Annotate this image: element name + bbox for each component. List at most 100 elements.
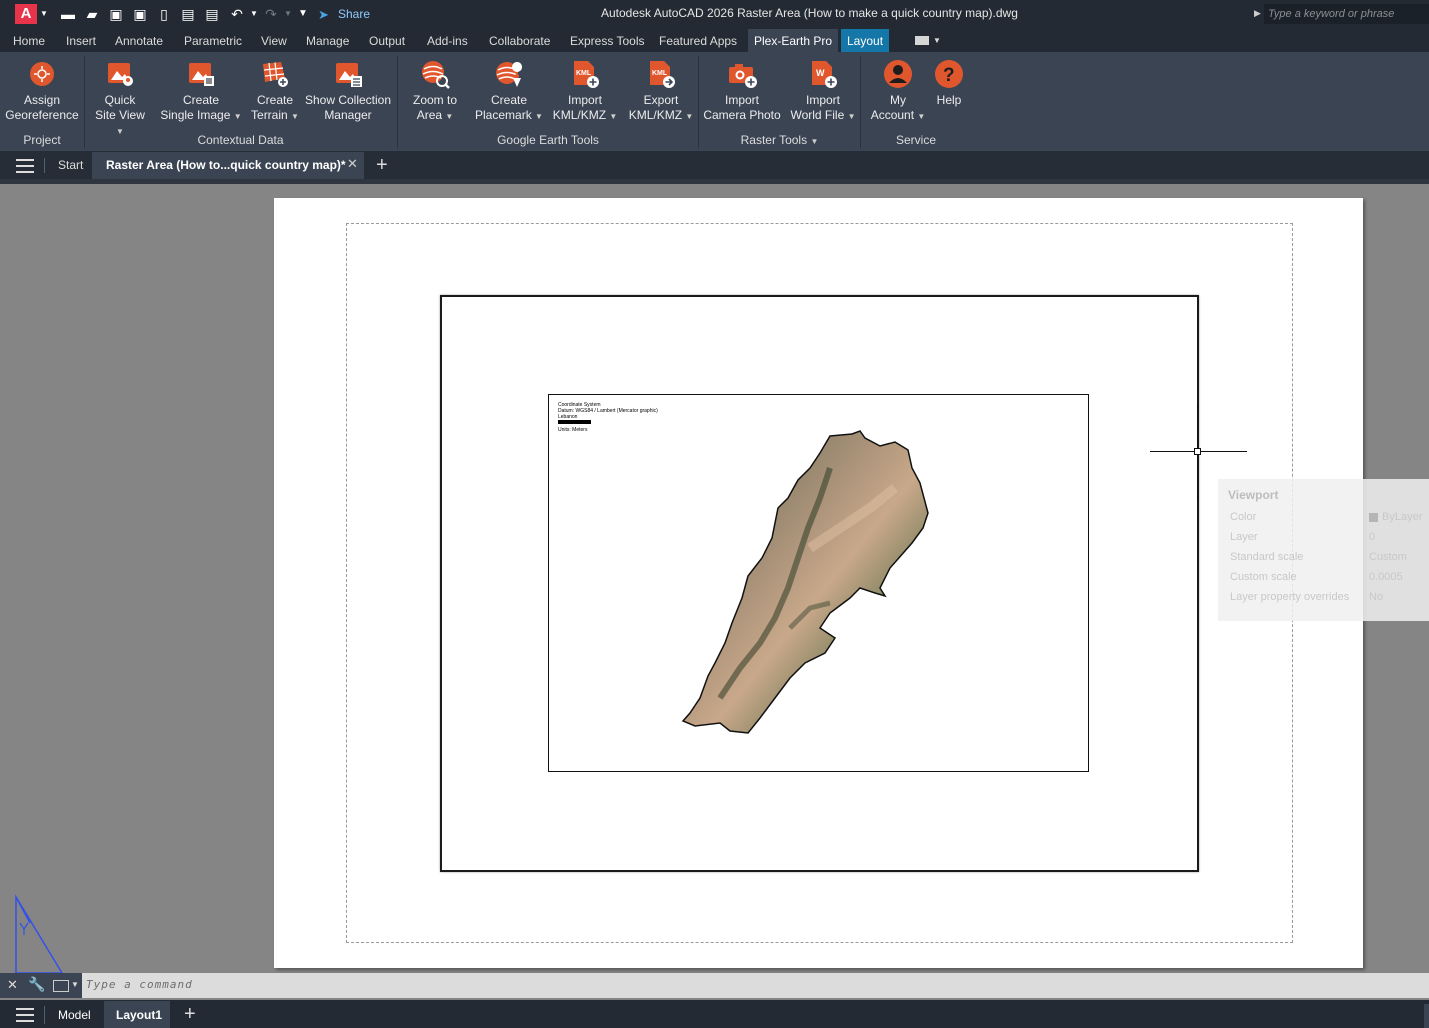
new-layout-plus-icon[interactable]: + xyxy=(184,1002,196,1026)
tab-view[interactable]: View xyxy=(255,29,293,52)
create-placemark-button[interactable]: Create Placemark ▼ xyxy=(474,58,544,124)
active-document-title: Raster Area (How to...quick country map)… xyxy=(106,158,346,172)
close-tab-icon[interactable]: ✕ xyxy=(347,156,358,172)
tab-express-tools[interactable]: Express Tools xyxy=(564,29,650,52)
dropdown-arrow-icon[interactable]: ▼ xyxy=(917,112,925,121)
dropdown-arrow-icon[interactable]: ▼ xyxy=(609,112,617,121)
color-swatch xyxy=(1369,513,1378,522)
tab-collaborate[interactable]: Collaborate xyxy=(483,29,556,52)
georeference-icon xyxy=(30,62,54,86)
button-label: Help xyxy=(936,93,962,107)
recent-commands-dropdown-icon[interactable]: ▼ xyxy=(71,980,79,989)
status-bar-edge xyxy=(1424,1004,1429,1028)
model-tab[interactable]: Model xyxy=(58,1008,91,1022)
quick-site-view-button[interactable]: Quick Site View ▼ xyxy=(92,58,148,139)
w-badge-text: W xyxy=(816,68,825,78)
command-prompt-icon[interactable] xyxy=(53,980,69,992)
layout1-tab-label: Layout1 xyxy=(116,1008,163,1022)
web-mobile-icon[interactable]: ▯ xyxy=(156,5,172,23)
zoom-to-area-button[interactable]: Zoom to Area ▼ xyxy=(404,58,466,124)
tab-divider xyxy=(44,158,45,173)
panel-title-contextual-data: Contextual Data xyxy=(197,133,284,147)
button-label: Terrain xyxy=(251,108,288,122)
close-command-line-icon[interactable]: ✕ xyxy=(7,977,18,993)
share-icon[interactable]: ➤ xyxy=(318,7,329,23)
share-button[interactable]: Share xyxy=(338,7,370,21)
tab-parametric[interactable]: Parametric xyxy=(178,29,248,52)
tab-manage[interactable]: Manage xyxy=(300,29,355,52)
prop-value: No xyxy=(1369,591,1384,603)
my-account-button[interactable]: My Account ▼ xyxy=(868,58,928,124)
panel-separator xyxy=(84,56,85,148)
tab-featured-apps[interactable]: Featured Apps xyxy=(653,29,743,52)
import-world-file-button[interactable]: W Import World File ▼ xyxy=(790,58,856,124)
redo-icon[interactable]: ↷ xyxy=(262,5,280,23)
new-file-icon[interactable]: ▬ xyxy=(60,5,76,23)
button-label: Quick xyxy=(104,93,136,107)
export-kml-kmz-button[interactable]: KML Export KML/KMZ ▼ xyxy=(626,58,696,124)
layout-tabs-menu-icon[interactable] xyxy=(16,1008,34,1022)
button-label: Import xyxy=(805,93,840,107)
import-kml-kmz-button[interactable]: KML Import KML/KMZ ▼ xyxy=(550,58,620,124)
ucs-icon xyxy=(15,894,64,974)
ribbon-display-dropdown-icon[interactable]: ▼ xyxy=(933,36,941,45)
button-label: Show Collection xyxy=(304,93,392,107)
tab-insert[interactable]: Insert xyxy=(60,29,102,52)
button-label: My xyxy=(890,93,906,107)
button-label: Assign xyxy=(23,93,61,107)
legend-line: Units: Meters xyxy=(558,427,588,433)
command-input[interactable]: Type a command xyxy=(86,978,193,991)
import-camera-photo-button[interactable]: Import Camera Photo xyxy=(702,58,782,123)
assign-georeference-button[interactable]: Assign Georeference xyxy=(3,58,81,123)
show-collection-manager-button[interactable]: Show Collection Manager xyxy=(303,58,393,123)
customize-wrench-icon[interactable]: 🔧 xyxy=(28,976,45,993)
tab-output[interactable]: Output xyxy=(363,29,411,52)
dropdown-arrow-icon[interactable]: ▼ xyxy=(291,112,299,121)
save-as-icon[interactable]: ▣ xyxy=(132,5,148,23)
button-label: Create xyxy=(256,93,294,107)
hamburger-menu-icon[interactable] xyxy=(16,158,34,173)
ribbon-display-icon[interactable] xyxy=(915,36,929,45)
undo-icon[interactable]: ↶ xyxy=(228,5,246,23)
dropdown-arrow-icon[interactable]: ▼ xyxy=(685,112,693,121)
redo-dropdown-icon[interactable]: ▼ xyxy=(284,5,292,23)
image-pin-icon xyxy=(108,63,133,86)
panel-title-raster-tools[interactable]: Raster Tools ▼ xyxy=(699,133,860,147)
dropdown-arrow-icon[interactable]: ▼ xyxy=(445,112,453,121)
panel-expand-icon[interactable]: ▼ xyxy=(810,137,818,146)
button-label: Georeference xyxy=(5,108,79,122)
kml-badge-text: KML xyxy=(576,70,592,77)
create-single-image-button[interactable]: Create Single Image ▼ xyxy=(160,58,242,124)
search-expand-icon[interactable]: ▶ xyxy=(1254,8,1261,19)
button-label: Placemark xyxy=(475,108,532,122)
tab-plex-earth-pro[interactable]: Plex-Earth Pro xyxy=(748,29,839,52)
tab-layout[interactable]: Layout xyxy=(841,29,890,52)
app-menu-dropdown-icon[interactable]: ▼ xyxy=(40,5,48,23)
tab-add-ins[interactable]: Add-ins xyxy=(421,29,474,52)
new-tab-plus-icon[interactable]: + xyxy=(376,153,388,177)
open-folder-icon[interactable]: ▰ xyxy=(84,5,100,23)
search-input[interactable]: Type a keyword or phrase xyxy=(1264,4,1429,24)
create-terrain-button[interactable]: Create Terrain ▼ xyxy=(250,58,300,124)
undo-dropdown-icon[interactable]: ▼ xyxy=(250,5,258,23)
button-label: World File xyxy=(790,108,845,122)
dropdown-arrow-icon[interactable]: ▼ xyxy=(535,112,543,121)
tab-divider xyxy=(44,1006,45,1024)
button-label: Site View xyxy=(95,108,145,122)
camera-icon xyxy=(729,64,757,88)
tab-annotate[interactable]: Annotate xyxy=(109,29,169,52)
help-button[interactable]: ? Help xyxy=(930,58,968,108)
dropdown-arrow-icon[interactable]: ▼ xyxy=(848,112,856,121)
placemark-earth-icon xyxy=(496,62,523,87)
plot-icon[interactable]: ▤ xyxy=(204,5,220,23)
button-label: KML/KMZ xyxy=(552,108,607,122)
save-icon[interactable]: ▣ xyxy=(108,5,124,23)
customize-toolbar-icon[interactable]: ▼ xyxy=(298,5,308,23)
application-menu-button[interactable]: A xyxy=(15,4,37,24)
prop-label: Standard scale xyxy=(1230,551,1304,563)
start-tab[interactable]: Start xyxy=(58,158,83,172)
dropdown-arrow-icon[interactable]: ▼ xyxy=(234,112,242,121)
publish-icon[interactable]: ▤ xyxy=(180,5,196,23)
tab-home[interactable]: Home xyxy=(7,29,51,52)
button-label: Area xyxy=(416,108,443,122)
